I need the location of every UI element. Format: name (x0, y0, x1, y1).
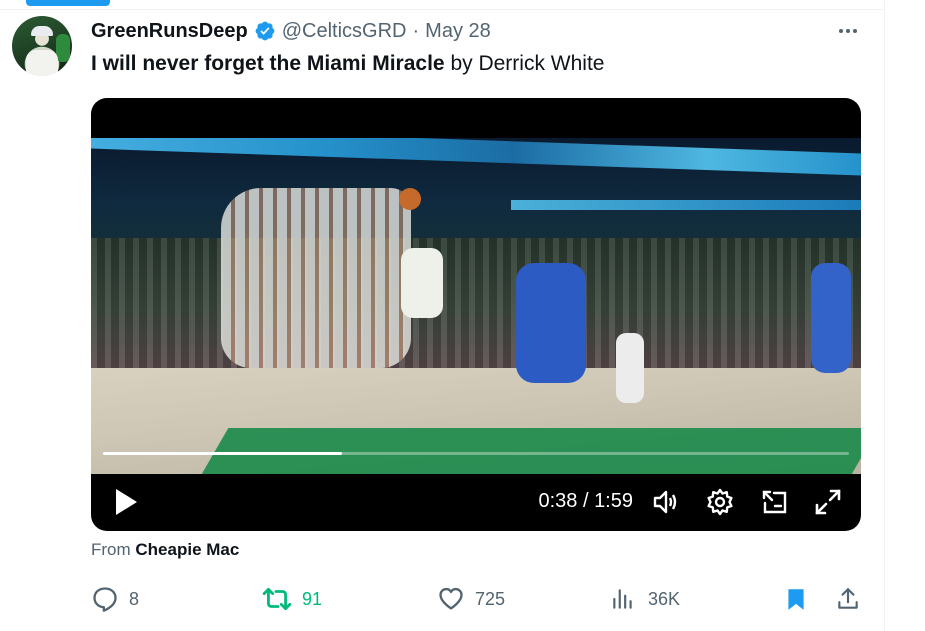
separator-dot: · (412, 19, 420, 42)
total-time: 1:59 (594, 490, 633, 512)
video-player-figure (401, 248, 443, 318)
views-icon (613, 589, 632, 609)
share-button[interactable] (835, 584, 861, 614)
gear-icon[interactable] (704, 486, 736, 518)
current-time: 0:38 (538, 490, 578, 512)
volume-icon[interactable] (651, 486, 683, 518)
picture-in-picture-icon[interactable] (759, 486, 791, 518)
heart-icon (439, 587, 463, 610)
avatar-shirt (26, 50, 58, 76)
video-court-paint (193, 428, 861, 474)
like-button[interactable]: 725 (437, 584, 505, 614)
play-icon[interactable] (113, 487, 139, 517)
fullscreen-icon[interactable] (812, 486, 844, 518)
share-icon (838, 588, 858, 609)
video-led-ribbon (91, 138, 861, 176)
time-separator: / (577, 490, 595, 512)
display-name[interactable]: GreenRunsDeep (91, 20, 248, 43)
video-time: 0:38 / 1:59 (521, 487, 633, 515)
bookmark-icon (788, 589, 804, 610)
verified-badge-icon[interactable] (254, 20, 276, 42)
video-player-figure (811, 263, 851, 373)
more-dot (853, 29, 857, 33)
video-led-ribbon (511, 200, 861, 210)
video-player-figure (616, 333, 644, 403)
tweet-header: GreenRunsDeep @CelticsGRD · May 28 (91, 18, 491, 44)
repost-button[interactable]: 91 (262, 584, 322, 614)
views-count: 36K (648, 588, 681, 609)
tweet-text-rest: by Derrick White (444, 52, 605, 75)
source-attribution: From Cheapie Mac (91, 540, 239, 560)
video-motion-trail (221, 188, 411, 368)
video-frame[interactable] (91, 138, 861, 474)
handle[interactable]: @CelticsGRD (282, 20, 407, 43)
video-controls: 0:38 / 1:59 (91, 474, 861, 531)
reply-icon (93, 587, 117, 612)
like-count: 725 (475, 588, 506, 609)
avatar[interactable] (12, 16, 72, 76)
divider (0, 9, 884, 10)
more-dot (846, 29, 850, 33)
column-border (884, 0, 885, 631)
reply-count: 8 (129, 588, 140, 609)
more-dot (839, 29, 843, 33)
repost-count: 91 (302, 588, 323, 609)
source-name[interactable]: Cheapie Mac (135, 540, 239, 559)
avatar-detail (56, 34, 70, 62)
reply-button[interactable]: 8 (91, 584, 139, 614)
video-progress-bar[interactable] (103, 452, 849, 455)
more-icon[interactable] (834, 20, 862, 42)
video-player-figure (516, 263, 586, 383)
tweet-text: I will never forget the Miami Miracle by… (91, 51, 604, 77)
tweet-text-bold: I will never forget the Miami Miracle (91, 52, 445, 75)
active-tab-indicator (26, 0, 110, 6)
repost-icon (262, 587, 292, 611)
source-prefix: From (91, 540, 136, 559)
video-basketball (399, 188, 421, 210)
avatar-cap (31, 26, 53, 36)
views-button[interactable]: 36K (610, 584, 680, 614)
timestamp[interactable]: May 28 (425, 20, 491, 43)
bookmark-button[interactable] (783, 584, 809, 614)
video-player[interactable]: 0:38 / 1:59 (91, 98, 861, 531)
video-progress-fill (103, 452, 342, 455)
